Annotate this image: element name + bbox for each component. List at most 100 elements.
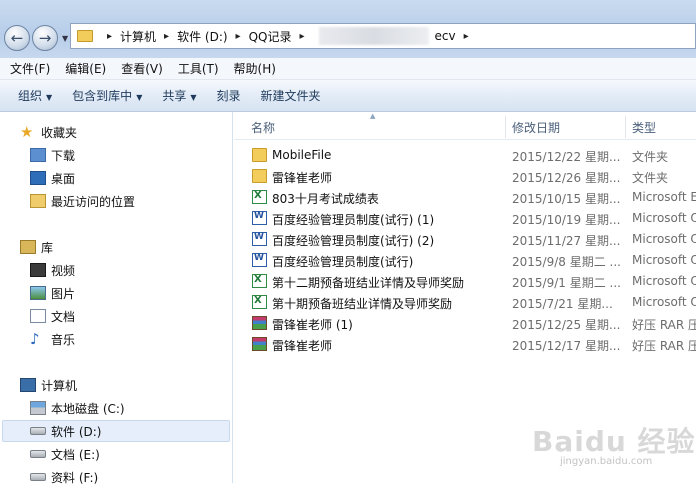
- file-row[interactable]: 百度经验管理员制度(试行) (2) 2015/11/27 星期... Micro…: [234, 229, 696, 250]
- new-folder-button[interactable]: 新建文件夹: [261, 87, 321, 104]
- watermark-logo: Baidu 经验: [532, 425, 696, 458]
- forward-button[interactable]: →: [32, 25, 58, 51]
- file-row[interactable]: 第十二期预备班结业详情及导师奖励 2015/9/1 星期二 ... Micros…: [234, 271, 696, 292]
- file-name: 雷锋崔老师 (1): [272, 318, 353, 332]
- nav-favorites[interactable]: ★ 收藏夹: [20, 121, 77, 143]
- breadcrumb-computer[interactable]: 计算机: [120, 28, 156, 45]
- nav-item-label: 软件 (D:): [51, 424, 102, 439]
- word-file-icon: [252, 211, 267, 225]
- include-in-library-button[interactable]: 包含到库中 ▼: [72, 87, 142, 104]
- chevron-down-icon: ▼: [136, 93, 143, 102]
- address-bar-area: ← → ▼ ▸ 计算机 ▸ 软件 (D:) ▸ QQ记录 ▸ ecv ▸: [0, 0, 696, 58]
- file-type: Microsoft E: [632, 190, 696, 204]
- address-bar[interactable]: ▸ 计算机 ▸ 软件 (D:) ▸ QQ记录 ▸ ecv ▸: [70, 23, 696, 49]
- drive-icon: [30, 427, 46, 435]
- nav-item-label: 文档 (E:): [51, 447, 100, 462]
- file-name: 雷锋崔老师: [272, 339, 333, 353]
- breadcrumb-separator-icon[interactable]: ▸: [107, 31, 112, 42]
- file-row[interactable]: 百度经验管理员制度(试行) 2015/9/8 星期二 ... Microsoft…: [234, 250, 696, 271]
- file-name: 803十月考试成绩表: [272, 192, 379, 206]
- column-header-type[interactable]: 类型: [632, 119, 656, 136]
- file-date: 2015/7/21 星期...: [512, 297, 613, 311]
- nav-favorites-label: 收藏夹: [41, 125, 78, 140]
- watermark-url: jingyan.baidu.com: [560, 456, 653, 467]
- back-button[interactable]: ←: [4, 25, 30, 51]
- nav-item-label: 图片: [51, 286, 76, 301]
- column-divider[interactable]: [625, 116, 626, 138]
- nav-item-downloads[interactable]: 下载: [30, 144, 75, 166]
- column-header-name[interactable]: 名称: [251, 119, 275, 136]
- documents-library-icon: [30, 309, 46, 323]
- breadcrumb-qq-records[interactable]: QQ记录: [249, 28, 292, 45]
- file-row[interactable]: 百度经验管理员制度(试行) (1) 2015/10/19 星期... Micro…: [234, 208, 696, 229]
- arrow-left-icon: ←: [10, 28, 24, 47]
- nav-item-drive-c[interactable]: 本地磁盘 (C:): [30, 397, 125, 419]
- nav-item-recent-places[interactable]: 最近访问的位置: [30, 190, 135, 212]
- nav-item-label: 下载: [51, 148, 76, 163]
- file-date: 2015/9/8 星期二 ...: [512, 255, 621, 269]
- library-icon: [20, 240, 36, 254]
- file-row[interactable]: 803十月考试成绩表 2015/10/15 星期... Microsoft E: [234, 187, 696, 208]
- arrow-right-icon: →: [38, 28, 52, 47]
- file-type: 文件夹: [632, 171, 669, 185]
- nav-item-pictures[interactable]: 图片: [30, 282, 75, 304]
- file-type: Microsoft O: [632, 211, 696, 225]
- drive-icon: [30, 473, 46, 481]
- excel-file-icon: [252, 295, 267, 309]
- file-row[interactable]: 雷锋崔老师 2015/12/17 星期... 好压 RAR 压: [234, 334, 696, 355]
- nav-item-drive-f[interactable]: 资料 (F:): [30, 466, 98, 488]
- column-header-row: ▲ 名称 修改日期 类型: [234, 112, 696, 140]
- star-icon: ★: [20, 123, 34, 141]
- share-button[interactable]: 共享 ▼: [162, 87, 196, 104]
- file-name: 第十期预备班结业详情及导师奖励: [272, 297, 453, 311]
- nav-item-videos[interactable]: 视频: [30, 259, 75, 281]
- pictures-library-icon: [30, 286, 46, 300]
- file-type: Microsoft O: [632, 295, 696, 309]
- file-name: 第十二期预备班结业详情及导师奖励: [272, 276, 465, 290]
- recent-pages-dropdown-icon[interactable]: ▼: [62, 34, 68, 43]
- file-date: 2015/12/17 星期...: [512, 339, 621, 353]
- nav-item-label: 最近访问的位置: [51, 194, 136, 209]
- excel-file-icon: [252, 274, 267, 288]
- file-row[interactable]: 第十期预备班结业详情及导师奖励 2015/7/21 星期... Microsof…: [234, 292, 696, 313]
- menu-file[interactable]: 文件(F): [10, 60, 50, 77]
- breadcrumb-separator-icon[interactable]: ▸: [299, 31, 304, 42]
- breadcrumb-separator-icon[interactable]: ▸: [164, 31, 169, 42]
- file-row[interactable]: 雷锋崔老师 2015/12/26 星期... 文件夹: [234, 166, 696, 187]
- folder-icon: [252, 169, 267, 183]
- breadcrumb-current-folder[interactable]: ecv: [435, 29, 456, 43]
- nav-item-label: 桌面: [51, 171, 76, 186]
- rar-archive-icon: [252, 337, 267, 351]
- breadcrumb-separator-icon[interactable]: ▸: [464, 31, 469, 42]
- file-type: Microsoft O: [632, 253, 696, 267]
- menu-tools[interactable]: 工具(T): [178, 60, 219, 77]
- file-name: 雷锋崔老师: [272, 171, 333, 185]
- breadcrumb-separator-icon[interactable]: ▸: [236, 31, 241, 42]
- nav-item-documents[interactable]: 文档: [30, 305, 75, 327]
- nav-libraries[interactable]: 库: [20, 236, 53, 258]
- nav-item-drive-e[interactable]: 文档 (E:): [30, 443, 100, 465]
- file-row[interactable]: MobileFile 2015/12/22 星期... 文件夹: [234, 145, 696, 166]
- burn-button[interactable]: 刻录: [217, 87, 241, 104]
- nav-item-label: 文档: [51, 309, 76, 324]
- file-name: 百度经验管理员制度(试行) (1): [272, 213, 435, 227]
- file-date: 2015/12/26 星期...: [512, 171, 621, 185]
- organize-button[interactable]: 组织 ▼: [18, 87, 52, 104]
- column-divider[interactable]: [505, 116, 506, 138]
- menu-help[interactable]: 帮助(H): [234, 60, 276, 77]
- nav-libraries-label: 库: [41, 240, 54, 255]
- menu-view[interactable]: 查看(V): [121, 60, 163, 77]
- nav-item-music[interactable]: ♪ 音乐: [30, 328, 75, 350]
- nav-item-drive-d[interactable]: 软件 (D:): [30, 420, 101, 442]
- breadcrumb-drive-d[interactable]: 软件 (D:): [177, 28, 227, 45]
- column-header-date[interactable]: 修改日期: [512, 119, 560, 136]
- downloads-folder-icon: [30, 148, 46, 162]
- nav-item-desktop[interactable]: 桌面: [30, 167, 75, 189]
- file-date: 2015/10/19 星期...: [512, 213, 621, 227]
- menu-edit[interactable]: 编辑(E): [65, 60, 106, 77]
- file-row[interactable]: 雷锋崔老师 (1) 2015/12/25 星期... 好压 RAR 压: [234, 313, 696, 334]
- nav-item-label: 视频: [51, 263, 76, 278]
- menu-bar: 文件(F) 编辑(E) 查看(V) 工具(T) 帮助(H): [0, 58, 696, 80]
- folder-icon: [252, 148, 267, 162]
- nav-computer[interactable]: 计算机: [20, 374, 77, 396]
